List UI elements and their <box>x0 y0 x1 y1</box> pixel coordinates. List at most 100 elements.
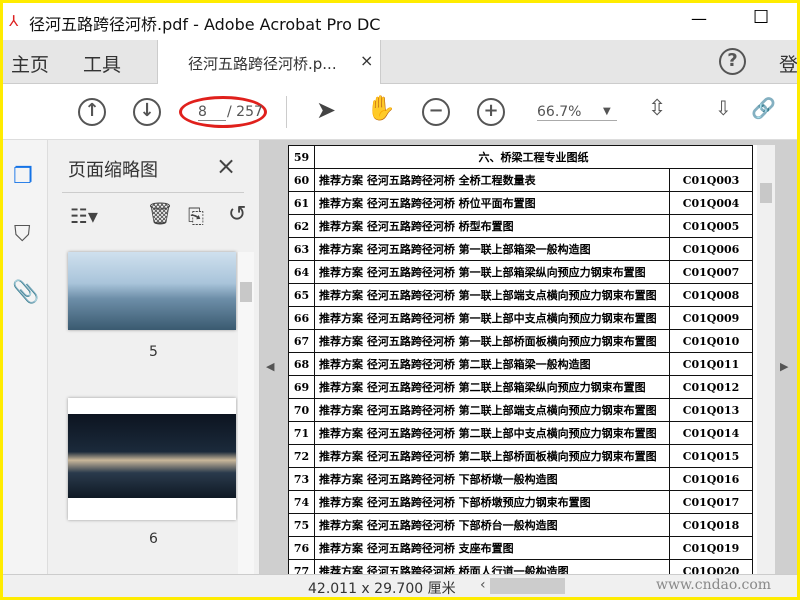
tab-home[interactable]: 主页 <box>11 50 49 77</box>
window-title: 径河五路跨径河桥.pdf - Adobe Acrobat Pro DC <box>29 15 381 34</box>
zoom-out-icon[interactable]: − <box>422 98 450 126</box>
pdf-page: 59 六、桥梁工程专业图纸 60 推荐方案 径河五路跨径河桥 全桥工程数量表 C01Q0… <box>288 145 758 580</box>
drawing-title: 推荐方案 径河五路跨径河桥 第二联上部端支点横向预应力钢束布置图 <box>314 398 670 422</box>
drawing-title: 推荐方案 径河五路跨径河桥 第一联上部桥面板横向预应力钢束布置图 <box>314 329 670 353</box>
row-number: 75 <box>288 513 315 537</box>
drawing-title: 推荐方案 径河五路跨径河桥 第二联上部中支点横向预应力钢束布置图 <box>314 421 670 445</box>
row-number: 74 <box>288 490 315 514</box>
table-row: 65 推荐方案 径河五路跨径河桥 第一联上部端支点横向预应力钢束布置图 C01Q00… <box>288 283 753 307</box>
title-bar: ⅄ 径河五路跨径河桥.pdf - Adobe Acrobat Pro DC — … <box>3 3 797 40</box>
share-link-icon[interactable]: 🔗 <box>751 96 776 120</box>
thumbnail-page-5[interactable] <box>68 252 236 330</box>
help-icon[interactable]: ? <box>719 48 746 75</box>
drawing-code: C01Q017 <box>669 490 753 514</box>
drawing-code: C01Q013 <box>669 398 753 422</box>
select-tool-icon[interactable]: ➤ <box>316 96 336 124</box>
row-number: 60 <box>288 168 315 192</box>
drawing-code: C01Q010 <box>669 329 753 353</box>
sign-in-link[interactable]: 登 <box>779 50 797 77</box>
table-row: 68 推荐方案 径河五路跨径河桥 第二联上部箱梁一般构造图 C01Q011 <box>288 352 753 376</box>
drawing-title: 推荐方案 径河五路跨径河桥 第一联上部箱梁纵向预应力钢束布置图 <box>314 260 670 284</box>
table-row: 69 推荐方案 径河五路跨径河桥 第二联上部箱梁纵向预应力钢束布置图 C01Q012 <box>288 375 753 399</box>
table-row: 71 推荐方案 径河五路跨径河桥 第二联上部中支点横向预应力钢束布置图 C01Q01… <box>288 421 753 445</box>
rotate-icon[interactable]: ↺ <box>228 202 246 227</box>
document-tab-label: 径河五路跨径河桥.p... <box>188 55 337 73</box>
row-number: 73 <box>288 467 315 491</box>
row-number: 71 <box>288 421 315 445</box>
drawing-code: C01Q009 <box>669 306 753 330</box>
row-number: 68 <box>288 352 315 376</box>
tab-bar: 主页 工具 径河五路跨径河桥.p... × ? 登 <box>3 40 797 84</box>
drawing-title: 推荐方案 径河五路跨径河桥 支座布置图 <box>314 536 670 560</box>
drawing-code: C01Q012 <box>669 375 753 399</box>
zoom-in-icon[interactable]: + <box>477 98 505 126</box>
options-menu-icon[interactable]: ☷▾ <box>70 204 98 228</box>
previous-page-icon[interactable]: ↑ <box>78 98 106 126</box>
bookmarks-icon[interactable]: ⛉ <box>14 222 31 247</box>
drawing-code: C01Q008 <box>669 283 753 307</box>
tab-tools[interactable]: 工具 <box>83 50 121 77</box>
row-number: 72 <box>288 444 315 468</box>
divider <box>62 192 244 193</box>
page-thumbnails-icon[interactable]: ❐ <box>13 164 33 189</box>
vertical-scrollbar[interactable] <box>757 145 775 580</box>
row-number: 62 <box>288 214 315 238</box>
drawing-code: C01Q003 <box>669 168 753 192</box>
close-tab-icon[interactable]: × <box>360 51 373 70</box>
page-size: 42.011 x 29.700 厘米 <box>308 581 456 597</box>
row-number: 76 <box>288 536 315 560</box>
hand-tool-icon[interactable]: ✋ <box>366 94 396 122</box>
table-row: 66 推荐方案 径河五路跨径河桥 第一联上部中支点横向预应力钢束布置图 C01Q00… <box>288 306 753 330</box>
panel-scrollbar[interactable] <box>238 252 254 580</box>
expand-right-icon[interactable]: ▶ <box>780 360 788 373</box>
panel-title: 页面缩略图 <box>68 160 158 181</box>
drawing-code: C01Q016 <box>669 467 753 491</box>
drawing-title: 推荐方案 径河五路跨径河桥 下部桥墩预应力钢束布置图 <box>314 490 670 514</box>
minimize-button[interactable]: — <box>691 9 707 28</box>
table-row: 64 推荐方案 径河五路跨径河桥 第一联上部箱梁纵向预应力钢束布置图 C01Q007 <box>288 260 753 284</box>
collapse-left-icon[interactable]: ◀ <box>266 360 274 373</box>
drawing-code: C01Q007 <box>669 260 753 284</box>
drawing-title: 推荐方案 径河五路跨径河桥 下部桥台一般构造图 <box>314 513 670 537</box>
next-page-icon[interactable]: ↓ <box>133 98 161 126</box>
row-number: 61 <box>288 191 315 215</box>
status-bar: 42.011 x 29.700 厘米 ‹ www.cndao.com <box>3 574 797 597</box>
table-row: 74 推荐方案 径河五路跨径河桥 下部桥墩预应力钢束布置图 C01Q017 <box>288 490 753 514</box>
table-row: 70 推荐方案 径河五路跨径河桥 第二联上部端支点横向预应力钢束布置图 C01Q01… <box>288 398 753 422</box>
fit-page-icon[interactable]: ⇳ <box>648 96 666 121</box>
thumbnail-page-6[interactable] <box>68 398 236 520</box>
row-number: 69 <box>288 375 315 399</box>
acrobat-logo-icon: ⅄ <box>9 12 19 30</box>
insert-page-icon[interactable]: ⎘ <box>188 204 204 228</box>
drawing-title: 推荐方案 径河五路跨径河桥 第二联上部箱梁纵向预应力钢束布置图 <box>314 375 670 399</box>
page-number-input[interactable]: 8 <box>198 104 226 121</box>
drawing-code: C01Q014 <box>669 421 753 445</box>
drawing-title: 推荐方案 径河五路跨径河桥 全桥工程数量表 <box>314 168 670 192</box>
table-row: 62 推荐方案 径河五路跨径河桥 桥型布置图 C01Q005 <box>288 214 753 238</box>
scroll-mode-icon[interactable]: ⇩ <box>715 96 732 120</box>
horizontal-scrollbar-thumb[interactable] <box>490 578 565 594</box>
attachments-icon[interactable]: 📎 <box>12 280 39 305</box>
table-row: 73 推荐方案 径河五路跨径河桥 下部桥墩一般构造图 C01Q016 <box>288 467 753 491</box>
chevron-down-icon[interactable]: ▼ <box>603 106 611 117</box>
thumbnail-label: 6 <box>149 531 158 547</box>
drawing-title: 推荐方案 径河五路跨径河桥 桥位平面布置图 <box>314 191 670 215</box>
drawing-title: 推荐方案 径河五路跨径河桥 第一联上部中支点横向预应力钢束布置图 <box>314 306 670 330</box>
maximize-button[interactable]: ☐ <box>753 7 769 28</box>
drawing-title: 推荐方案 径河五路跨径河桥 第一联上部端支点横向预应力钢束布置图 <box>314 283 670 307</box>
row-number: 67 <box>288 329 315 353</box>
row-number: 63 <box>288 237 315 261</box>
left-rail: ❐ ⛉ 📎 <box>3 140 48 580</box>
drawing-title: 推荐方案 径河五路跨径河桥 第二联上部箱梁一般构造图 <box>314 352 670 376</box>
drawing-code: C01Q005 <box>669 214 753 238</box>
drawing-title: 推荐方案 径河五路跨径河桥 第二联上部桥面板横向预应力钢束布置图 <box>314 444 670 468</box>
close-panel-icon[interactable]: × <box>216 152 236 180</box>
delete-icon[interactable]: 🗑 <box>146 202 174 227</box>
tab-document[interactable]: 径河五路跨径河桥.p... × <box>157 40 381 84</box>
row-number: 70 <box>288 398 315 422</box>
document-view: ◀ 59 六、桥梁工程专业图纸 60 推荐方案 径河五路跨径河桥 全桥工程数量表 C01… <box>260 140 797 580</box>
drawing-code: C01Q004 <box>669 191 753 215</box>
scroll-left-icon[interactable]: ‹ <box>480 577 486 593</box>
drawing-code: C01Q015 <box>669 444 753 468</box>
drawing-code: C01Q019 <box>669 536 753 560</box>
